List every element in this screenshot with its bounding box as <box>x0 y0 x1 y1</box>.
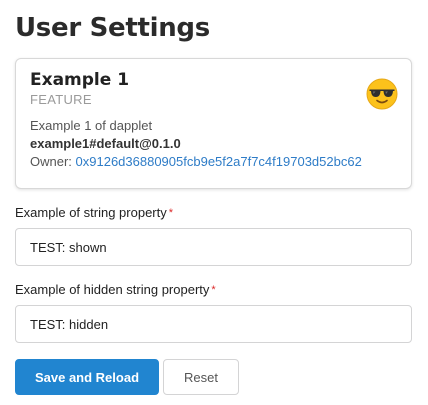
reset-button[interactable]: Reset <box>163 359 239 395</box>
settings-page: User Settings Example 1 FEATURE Example … <box>0 0 428 405</box>
form-actions: Save and Reload Reset <box>15 359 413 395</box>
hidden-string-property-label: Example of hidden string property * <box>15 282 413 298</box>
dapplet-type: FEATURE <box>30 92 92 107</box>
save-and-reload-button[interactable]: Save and Reload <box>15 359 159 395</box>
owner-label: Owner: <box>30 154 72 169</box>
dapplet-name: Example 1 <box>30 70 130 90</box>
hidden-string-property-label-text: Example of hidden string property <box>15 282 210 297</box>
required-mark: * <box>211 284 216 296</box>
string-property-label-text: Example of string property <box>15 205 167 220</box>
dapplet-owner: Owner: 0x9126d36880905fcb9e5f2a7f7c4f197… <box>30 153 397 171</box>
hidden-string-property-input[interactable] <box>15 305 412 343</box>
dapplet-description: Example 1 of dapplet <box>30 118 153 133</box>
dapplet-version: example1#default@0.1.0 <box>30 136 181 151</box>
sunglasses-emoji-icon <box>366 78 398 110</box>
hidden-string-property-field: Example of hidden string property * <box>15 282 413 343</box>
required-mark: * <box>168 207 174 219</box>
string-property-label: Example of string property * <box>15 205 413 221</box>
page-title: User Settings <box>15 13 210 43</box>
string-property-field: Example of string property * <box>15 205 413 266</box>
dapplet-card: Example 1 FEATURE Example 1 of dapplet e… <box>15 58 412 189</box>
owner-address-link[interactable]: 0x9126d36880905fcb9e5f2a7f7c4f19703d52bc… <box>76 154 362 169</box>
string-property-input[interactable] <box>15 228 412 266</box>
